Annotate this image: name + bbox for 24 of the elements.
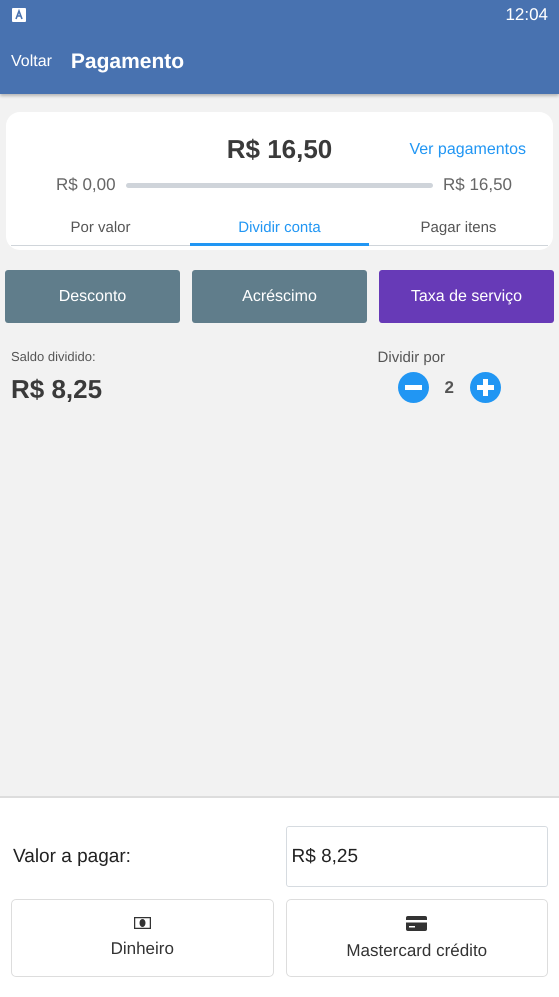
total-amount: R$ 16,50 (226, 134, 332, 165)
goal-amount: R$ 16,50 (443, 175, 512, 195)
screen-title: Pagamento (70, 50, 184, 74)
tab[interactable]: Por valor (11, 213, 190, 246)
paid-amount: R$ 0,00 (56, 175, 116, 195)
amount-to-pay-label: Valor a pagar: (12, 846, 132, 868)
split-balance-label: Saldo dividido: (11, 349, 97, 364)
adjustment-button[interactable]: Acréscimo (192, 270, 367, 323)
back-button[interactable]: Voltar (11, 53, 52, 71)
clock-time: 12:04 (505, 5, 548, 25)
credit-card-icon (406, 916, 428, 930)
payment-method-button[interactable]: Mastercard crédito (286, 899, 548, 977)
adjustment-button[interactable]: Taxa de serviço (379, 270, 554, 323)
tab[interactable]: Pagar itens (369, 213, 548, 246)
banknote-icon (134, 917, 151, 929)
minus-icon[interactable] (398, 372, 429, 403)
app-notification-icon (12, 8, 26, 22)
split-balance-amount: R$ 8,25 (11, 374, 102, 405)
divide-by-label: Dividir por (378, 349, 446, 366)
plus-icon[interactable] (470, 372, 501, 403)
adjustment-button[interactable]: Desconto (5, 270, 180, 323)
divide-count: 2 (444, 378, 454, 398)
payment-method-button[interactable]: Dinheiro (11, 899, 274, 977)
amount-field[interactable]: R$ 8,25 (286, 826, 548, 887)
